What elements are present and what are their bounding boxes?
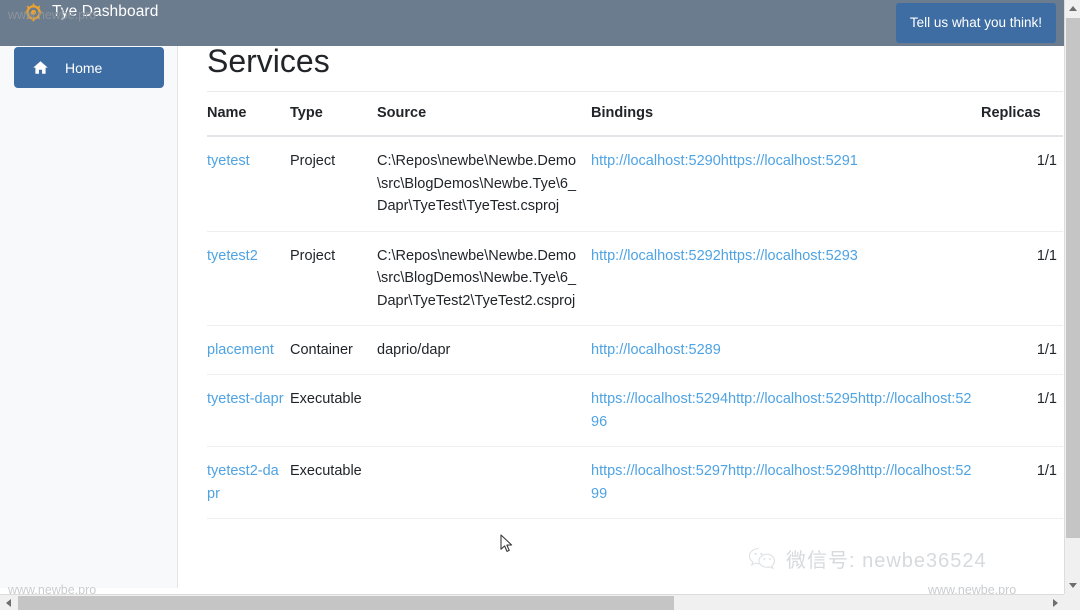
column-header-replicas: Replicas	[981, 92, 1063, 138]
sidebar: Home	[0, 22, 178, 588]
scrollbar-corner	[1064, 594, 1080, 610]
cell-type: Project	[290, 231, 377, 327]
cell-type: Project	[290, 136, 377, 232]
gear-icon	[24, 2, 43, 22]
main-content: Services Name Type Source Bindings Repli…	[179, 22, 1064, 588]
binding-link[interactable]: https://localhost:5291	[721, 153, 858, 169]
column-header-bindings: Bindings	[591, 92, 981, 138]
scroll-right-arrow-icon[interactable]	[1047, 595, 1064, 610]
cell-name: placement	[207, 325, 290, 376]
binding-link[interactable]: http://localhost:5290	[591, 153, 721, 169]
cell-replicas: 1/1	[981, 136, 1063, 232]
table-row: tyetest Project C:\Repos\newbe\Newbe.Demo\…	[207, 136, 1063, 232]
service-name-link[interactable]: tyetest	[207, 153, 250, 169]
column-header-type: Type	[290, 92, 377, 138]
cell-replicas: 1/1	[981, 231, 1063, 327]
brand-title: Tye Dashboard	[52, 3, 159, 21]
cell-type: Executable	[290, 374, 377, 448]
service-name-link[interactable]: tyetest2-dapr	[207, 463, 279, 501]
cell-type: Executable	[290, 446, 377, 520]
scroll-up-arrow-icon[interactable]	[1065, 0, 1080, 17]
table-row: placement Container daprio/dapr http://loca…	[207, 325, 1063, 376]
cell-source: C:\Repos\newbe\Newbe.Demo\src\BlogDemos\…	[377, 136, 591, 232]
feedback-button[interactable]: Tell us what you think!	[895, 3, 1056, 43]
binding-link[interactable]: https://localhost:5297	[591, 463, 728, 479]
cell-bindings: https://localhost:5294http://localhost:5…	[591, 374, 981, 448]
cell-bindings: http://localhost:5290https://localhost:5…	[591, 136, 981, 232]
table-row: tyetest2 Project C:\Repos\newbe\Newbe.Demo…	[207, 231, 1063, 327]
brand: Tye Dashboard	[24, 0, 158, 24]
binding-link[interactable]: http://localhost:5298	[728, 463, 858, 479]
column-header-source: Source	[377, 92, 591, 138]
cell-name: tyetest2-dapr	[207, 446, 290, 520]
binding-link[interactable]: https://localhost:5294	[591, 391, 728, 407]
top-bar: Tye Dashboard Tell us what you think!	[0, 0, 1064, 46]
cell-source: C:\Repos\newbe\Newbe.Demo\src\BlogDemos\…	[377, 231, 591, 327]
table-row: tyetest2-dapr Executable https://localhost…	[207, 446, 1063, 520]
horizontal-scrollbar-thumb[interactable]	[18, 596, 674, 610]
service-name-link[interactable]: tyetest2	[207, 248, 258, 264]
cell-replicas: 1/1	[981, 325, 1063, 376]
cell-name: tyetest2	[207, 231, 290, 327]
binding-link[interactable]: http://localhost:5295	[728, 391, 858, 407]
service-name-link[interactable]: placement	[207, 342, 274, 358]
cell-bindings: http://localhost:5289	[591, 325, 981, 376]
binding-link[interactable]: http://localhost:5289	[591, 342, 721, 358]
cell-source	[377, 374, 591, 448]
cell-source	[377, 446, 591, 520]
binding-link[interactable]: http://localhost:5292	[591, 248, 721, 264]
service-name-link[interactable]: tyetest-dapr	[207, 391, 284, 407]
cell-replicas: 1/1	[981, 374, 1063, 448]
scroll-down-arrow-icon[interactable]	[1065, 577, 1080, 594]
cell-replicas: 1/1	[981, 446, 1063, 520]
tye-dashboard-window: Tye Dashboard Tell us what you think! Ho…	[0, 0, 1080, 610]
column-header-name: Name	[207, 92, 290, 138]
services-table: Name Type Source Bindings Replicas tyete…	[207, 92, 1063, 520]
scroll-left-arrow-icon[interactable]	[0, 595, 17, 610]
cell-type: Container	[290, 325, 377, 376]
binding-link[interactable]: https://localhost:5293	[721, 248, 858, 264]
cell-bindings: http://localhost:5292https://localhost:5…	[591, 231, 981, 327]
sidebar-item-label: Home	[65, 59, 103, 76]
home-icon	[32, 59, 49, 76]
table-header-row: Name Type Source Bindings Replicas	[207, 92, 1063, 138]
table-row: tyetest-dapr Executable https://localhost:…	[207, 374, 1063, 448]
services-table-head: Name Type Source Bindings Replicas	[207, 92, 1063, 138]
horizontal-scrollbar[interactable]	[0, 594, 1080, 610]
vertical-scrollbar[interactable]	[1064, 0, 1080, 594]
cell-bindings: https://localhost:5297http://localhost:5…	[591, 446, 981, 520]
cell-name: tyetest	[207, 136, 290, 232]
services-table-body: tyetest Project C:\Repos\newbe\Newbe.Demo\…	[207, 136, 1063, 520]
sidebar-item-home[interactable]: Home	[14, 47, 164, 88]
cell-source: daprio/dapr	[377, 325, 591, 376]
cell-name: tyetest-dapr	[207, 374, 290, 448]
vertical-scrollbar-thumb[interactable]	[1066, 18, 1080, 538]
